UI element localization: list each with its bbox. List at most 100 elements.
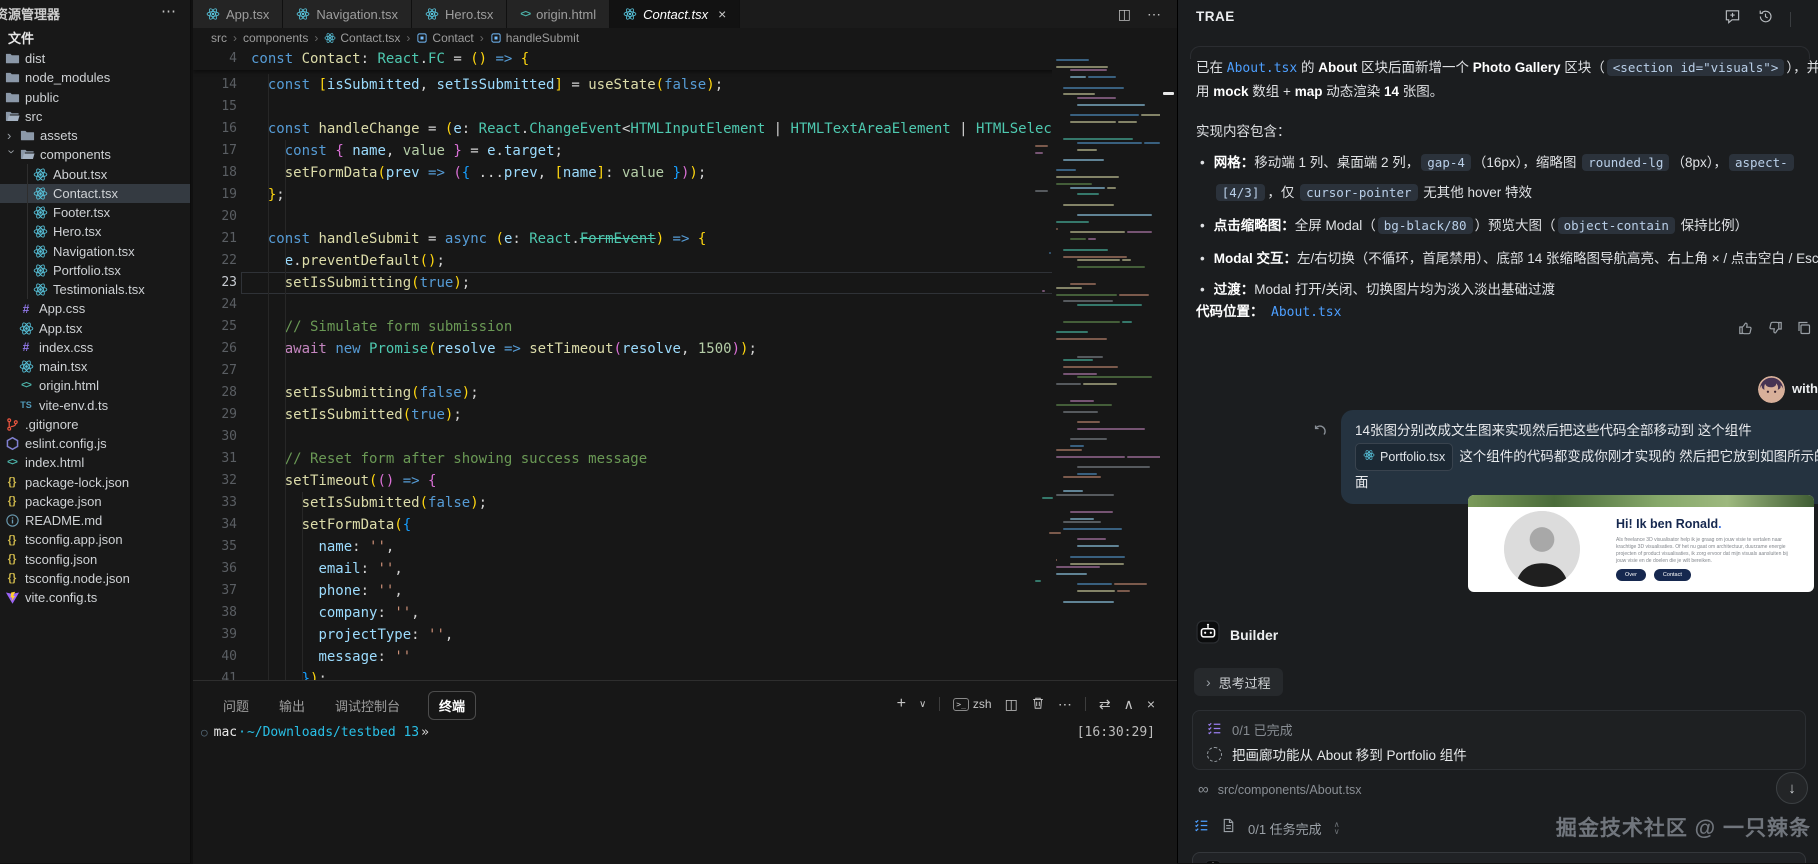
code-line-23[interactable]: 23 setIsSubmitting(true);: [193, 272, 1177, 294]
tree-item-index.css[interactable]: #index.css: [0, 338, 191, 357]
tab-App.tsx[interactable]: App.tsx: [193, 0, 283, 28]
thumbs-down-icon[interactable]: [1767, 320, 1783, 341]
code-line-39[interactable]: 39 projectType: '',: [193, 624, 1177, 646]
tab-origin.html[interactable]: <>origin.html: [507, 0, 610, 28]
code-line-27[interactable]: 27: [193, 360, 1177, 382]
tree-item-README.md[interactable]: README.md: [0, 511, 191, 530]
close-tab-icon[interactable]: ×: [718, 6, 726, 22]
code-line-35[interactable]: 35 name: '',: [193, 536, 1177, 558]
code-line-32[interactable]: 32 setTimeout(() => {: [193, 470, 1177, 492]
tree-item-assets[interactable]: ›assets: [0, 126, 191, 145]
code-line-21[interactable]: 21 const handleSubmit = async (e: React.…: [193, 228, 1177, 250]
revert-message-icon[interactable]: [1312, 424, 1327, 444]
tree-item-public[interactable]: public: [0, 88, 191, 107]
breadcrumb-components[interactable]: components: [243, 31, 308, 45]
code-line-22[interactable]: 22 e.preventDefault();: [193, 250, 1177, 272]
terminal-tab-调试控制台[interactable]: 调试控制台: [333, 692, 402, 719]
task-card[interactable]: 0/1 已完成 把画廊功能从 About 移到 Portfolio 组件: [1192, 710, 1806, 770]
breadcrumb-src[interactable]: src: [211, 31, 227, 45]
tree-item-tsconfig.app.json[interactable]: {}tsconfig.app.json: [0, 530, 191, 549]
tree-item-index.html[interactable]: <>index.html: [0, 453, 191, 472]
tree-item-Footer.tsx[interactable]: Footer.tsx: [0, 203, 191, 222]
code-line-36[interactable]: 36 email: '',: [193, 558, 1177, 580]
code-line-40[interactable]: 40 message: '': [193, 646, 1177, 668]
tree-item-components[interactable]: ›components: [0, 145, 191, 164]
file-reference-row[interactable]: ∞ src/components/About.tsx: [1198, 781, 1362, 798]
code-line-37[interactable]: 37 phone: '',: [193, 580, 1177, 602]
code-line-14[interactable]: 14 const [isSubmitted, setIsSubmitted] =…: [193, 74, 1177, 96]
terminal-prompt[interactable]: ○ mac · ~/Downloads/testbed 13 » [16:30:…: [201, 725, 1169, 740]
code-line-29[interactable]: 29 setIsSubmitted(true);: [193, 404, 1177, 426]
copy-icon[interactable]: [1796, 320, 1812, 341]
chat-input[interactable]: @Builder: [1192, 852, 1806, 863]
tree-item-App.tsx[interactable]: App.tsx: [0, 319, 191, 338]
about-tsx-link[interactable]: About.tsx: [1271, 305, 1341, 320]
code-line-25[interactable]: 25 // Simulate form submission: [193, 316, 1177, 338]
tab-Contact.tsx[interactable]: Contact.tsx×: [610, 0, 740, 28]
new-chat-icon[interactable]: [1724, 8, 1741, 30]
code-line-26[interactable]: 26 await new Promise(resolve => setTimeo…: [193, 338, 1177, 360]
portfolio-file-chip[interactable]: Portfolio.tsx: [1355, 443, 1453, 471]
attached-image[interactable]: Hi! Ik ben Ronald. Als freelance 3D visu…: [1468, 495, 1814, 592]
code-line-15[interactable]: 15: [193, 96, 1177, 118]
tree-item-dist[interactable]: dist: [0, 49, 191, 68]
code-line-33[interactable]: 33 setIsSubmitted(false);: [193, 492, 1177, 514]
code-editor[interactable]: 4const Contact: React.FC = () => { 14 con…: [193, 48, 1177, 680]
thumbs-up-icon[interactable]: [1738, 320, 1754, 341]
tree-item-package-lock.json[interactable]: {}package-lock.json: [0, 473, 191, 492]
scroll-to-bottom-button[interactable]: ↓: [1776, 772, 1808, 804]
tab-Hero.tsx[interactable]: Hero.tsx: [412, 0, 507, 28]
panel-layout-icon[interactable]: ⇄: [1099, 696, 1111, 713]
sticky-code-line[interactable]: 4const Contact: React.FC = () => {: [193, 48, 1177, 70]
terminal-profile-chevron-icon[interactable]: ∨: [919, 699, 926, 710]
maximize-panel-icon[interactable]: ∧: [1124, 696, 1134, 713]
tree-item-Contact.tsx[interactable]: Contact.tsx: [0, 184, 191, 203]
tree-item-node_modules[interactable]: node_modules: [0, 68, 191, 87]
tree-item-Hero.tsx[interactable]: Hero.tsx: [0, 222, 191, 241]
code-line-41[interactable]: 41 });: [193, 668, 1177, 680]
tree-item-tsconfig.node.json[interactable]: {}tsconfig.node.json: [0, 569, 191, 588]
tree-item-origin.html[interactable]: <>origin.html: [0, 376, 191, 395]
close-panel-icon[interactable]: ×: [1147, 696, 1155, 712]
user-message-bubble[interactable]: 14张图分别改成文生图来实现然后把这些代码全部移动到 这个组件 Portfoli…: [1341, 410, 1818, 504]
code-line-30[interactable]: 30: [193, 426, 1177, 448]
tree-item-vite-env.d.ts[interactable]: TSvite-env.d.ts: [0, 396, 191, 415]
breadcrumb-handleSubmit[interactable]: handleSubmit: [490, 31, 579, 45]
code-line-19[interactable]: 19 };: [193, 184, 1177, 206]
terminal-more-icon[interactable]: ⋯: [1058, 696, 1072, 713]
tree-item-eslint.config.js[interactable]: eslint.config.js: [0, 434, 191, 453]
code-line-31[interactable]: 31 // Reset form after showing success m…: [193, 448, 1177, 470]
code-line-18[interactable]: 18 setFormData(prev => ({ ...prev, [name…: [193, 162, 1177, 184]
tree-item-vite.config.ts[interactable]: vite.config.ts: [0, 588, 191, 607]
terminal-tab-问题[interactable]: 问题: [221, 692, 251, 719]
code-line-16[interactable]: 16 const handleChange = (e: React.Change…: [193, 118, 1177, 140]
split-terminal-icon[interactable]: ◫: [1005, 696, 1018, 713]
explorer-section-label[interactable]: 文件: [8, 28, 34, 47]
terminal-tab-输出[interactable]: 输出: [277, 692, 307, 719]
split-editor-icon[interactable]: ◫: [1118, 6, 1131, 23]
tree-item-Testimonials.tsx[interactable]: Testimonials.tsx: [0, 280, 191, 299]
code-line-38[interactable]: 38 company: '',: [193, 602, 1177, 624]
tree-item-App.css[interactable]: #App.css: [0, 299, 191, 318]
tree-item-About.tsx[interactable]: About.tsx: [0, 165, 191, 184]
minimap[interactable]: [1052, 48, 1160, 680]
tree-item-main.tsx[interactable]: main.tsx: [0, 357, 191, 376]
code-line-28[interactable]: 28 setIsSubmitting(false);: [193, 382, 1177, 404]
tree-item-Portfolio.tsx[interactable]: Portfolio.tsx: [0, 261, 191, 280]
tree-item-.gitignore[interactable]: .gitignore: [0, 415, 191, 434]
kill-terminal-icon[interactable]: [1031, 696, 1045, 713]
breadcrumb-Contact.tsx[interactable]: Contact.tsx: [324, 31, 400, 45]
new-terminal-icon[interactable]: +: [897, 695, 906, 713]
code-line-20[interactable]: 20: [193, 206, 1177, 228]
breadcrumb-Contact[interactable]: Contact: [416, 31, 473, 45]
tree-item-tsconfig.json[interactable]: {}tsconfig.json: [0, 550, 191, 569]
tab-Navigation.tsx[interactable]: Navigation.tsx: [283, 0, 412, 28]
thinking-process-toggle[interactable]: › 思考过程: [1194, 668, 1283, 696]
chat-history-icon[interactable]: [1757, 8, 1774, 30]
editor-more-icon[interactable]: ⋯: [1147, 6, 1161, 23]
tasks-icon[interactable]: [1194, 818, 1209, 838]
tree-item-package.json[interactable]: {}package.json: [0, 492, 191, 511]
document-icon[interactable]: [1221, 818, 1236, 838]
code-line-24[interactable]: 24: [193, 294, 1177, 316]
code-line-17[interactable]: 17 const { name, value } = e.target;: [193, 140, 1177, 162]
